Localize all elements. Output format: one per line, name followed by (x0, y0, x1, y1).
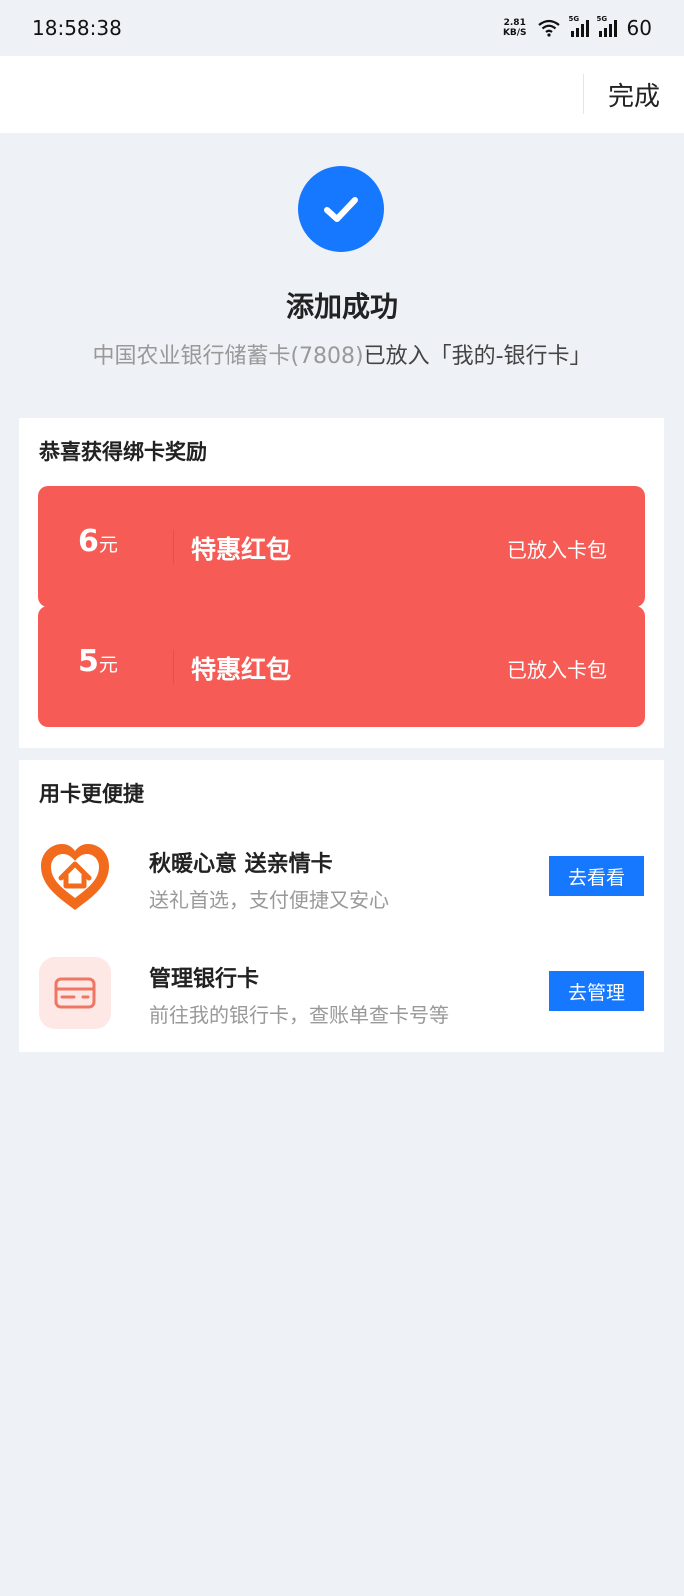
signal-5g-icon: 5G (597, 15, 617, 37)
view-button[interactable]: 去看看 (549, 856, 644, 896)
convenience-section: 用卡更便捷 秋暖心意 送亲情卡 送礼首选，支付便捷又安心 去看看 管理银行卡 前… (19, 760, 664, 1052)
net-speed-value: 2.81 (503, 18, 526, 28)
done-button[interactable]: 完成 (608, 76, 660, 113)
status-time: 18:58:38 (32, 16, 122, 40)
red-packet-item: 5元 特惠红包 已放入卡包 (38, 606, 645, 727)
red-packet-status: 已放入卡包 (507, 538, 607, 562)
red-packet-name: 特惠红包 (191, 535, 292, 564)
reward-section-title: 恭喜获得绑卡奖励 (39, 440, 207, 464)
success-description: 中国农业银行储蓄卡(7808)已放入「我的-银行卡」 (0, 338, 684, 370)
reward-section: 恭喜获得绑卡奖励 6元 特惠红包 已放入卡包 5元 特惠红包 已放入卡包 (19, 418, 664, 748)
red-packet-amount-unit: 元 (98, 654, 118, 676)
service-item-manage-cards[interactable]: 管理银行卡 前往我的银行卡，查账单查卡号等 去管理 (39, 957, 644, 1037)
red-packet-name: 特惠红包 (191, 655, 292, 684)
red-packet-amount-value: 5 (78, 644, 99, 679)
header-divider (583, 74, 584, 114)
top-bar: 完成 (0, 56, 684, 133)
service-item-family-card[interactable]: 秋暖心意 送亲情卡 送礼首选，支付便捷又安心 去看看 (39, 842, 644, 922)
success-title: 添加成功 (285, 290, 398, 323)
heart-home-icon (39, 842, 111, 914)
status-icons: 2.81 KB/S 5G 5G 60 (503, 15, 652, 40)
service-subtitle: 送礼首选，支付便捷又安心 (149, 888, 389, 912)
card-name: 中国农业银行储蓄卡(7808) (92, 344, 364, 369)
battery-level: 60 (626, 16, 652, 40)
red-packet-status: 已放入卡包 (507, 658, 607, 682)
check-circle-icon (298, 166, 384, 252)
red-packet-amount-unit: 元 (98, 534, 118, 556)
service-subtitle: 前往我的银行卡，查账单查卡号等 (149, 1003, 449, 1027)
service-title: 秋暖心意 送亲情卡 (149, 852, 333, 877)
signal-5g-icon: 5G (569, 15, 589, 37)
net-speed-unit: KB/S (502, 28, 527, 38)
card-location: 已放入「我的-银行卡」 (363, 344, 592, 369)
convenience-section-title: 用卡更便捷 (39, 782, 144, 806)
wifi-icon (537, 19, 560, 37)
red-packet-item: 6元 特惠红包 已放入卡包 (38, 486, 645, 607)
bank-card-icon (39, 957, 111, 1029)
status-bar: 18:58:38 2.81 KB/S 5G 5G 60 (0, 0, 684, 56)
red-packet-amount-value: 6 (78, 524, 99, 559)
red-packet-amount: 6元 (78, 524, 118, 559)
red-packet-divider (173, 650, 174, 684)
red-packet-divider (173, 530, 174, 564)
red-packet-amount: 5元 (78, 644, 118, 679)
service-title: 管理银行卡 (149, 967, 260, 992)
net-speed: 2.81 KB/S (503, 18, 527, 38)
manage-button[interactable]: 去管理 (549, 971, 644, 1011)
